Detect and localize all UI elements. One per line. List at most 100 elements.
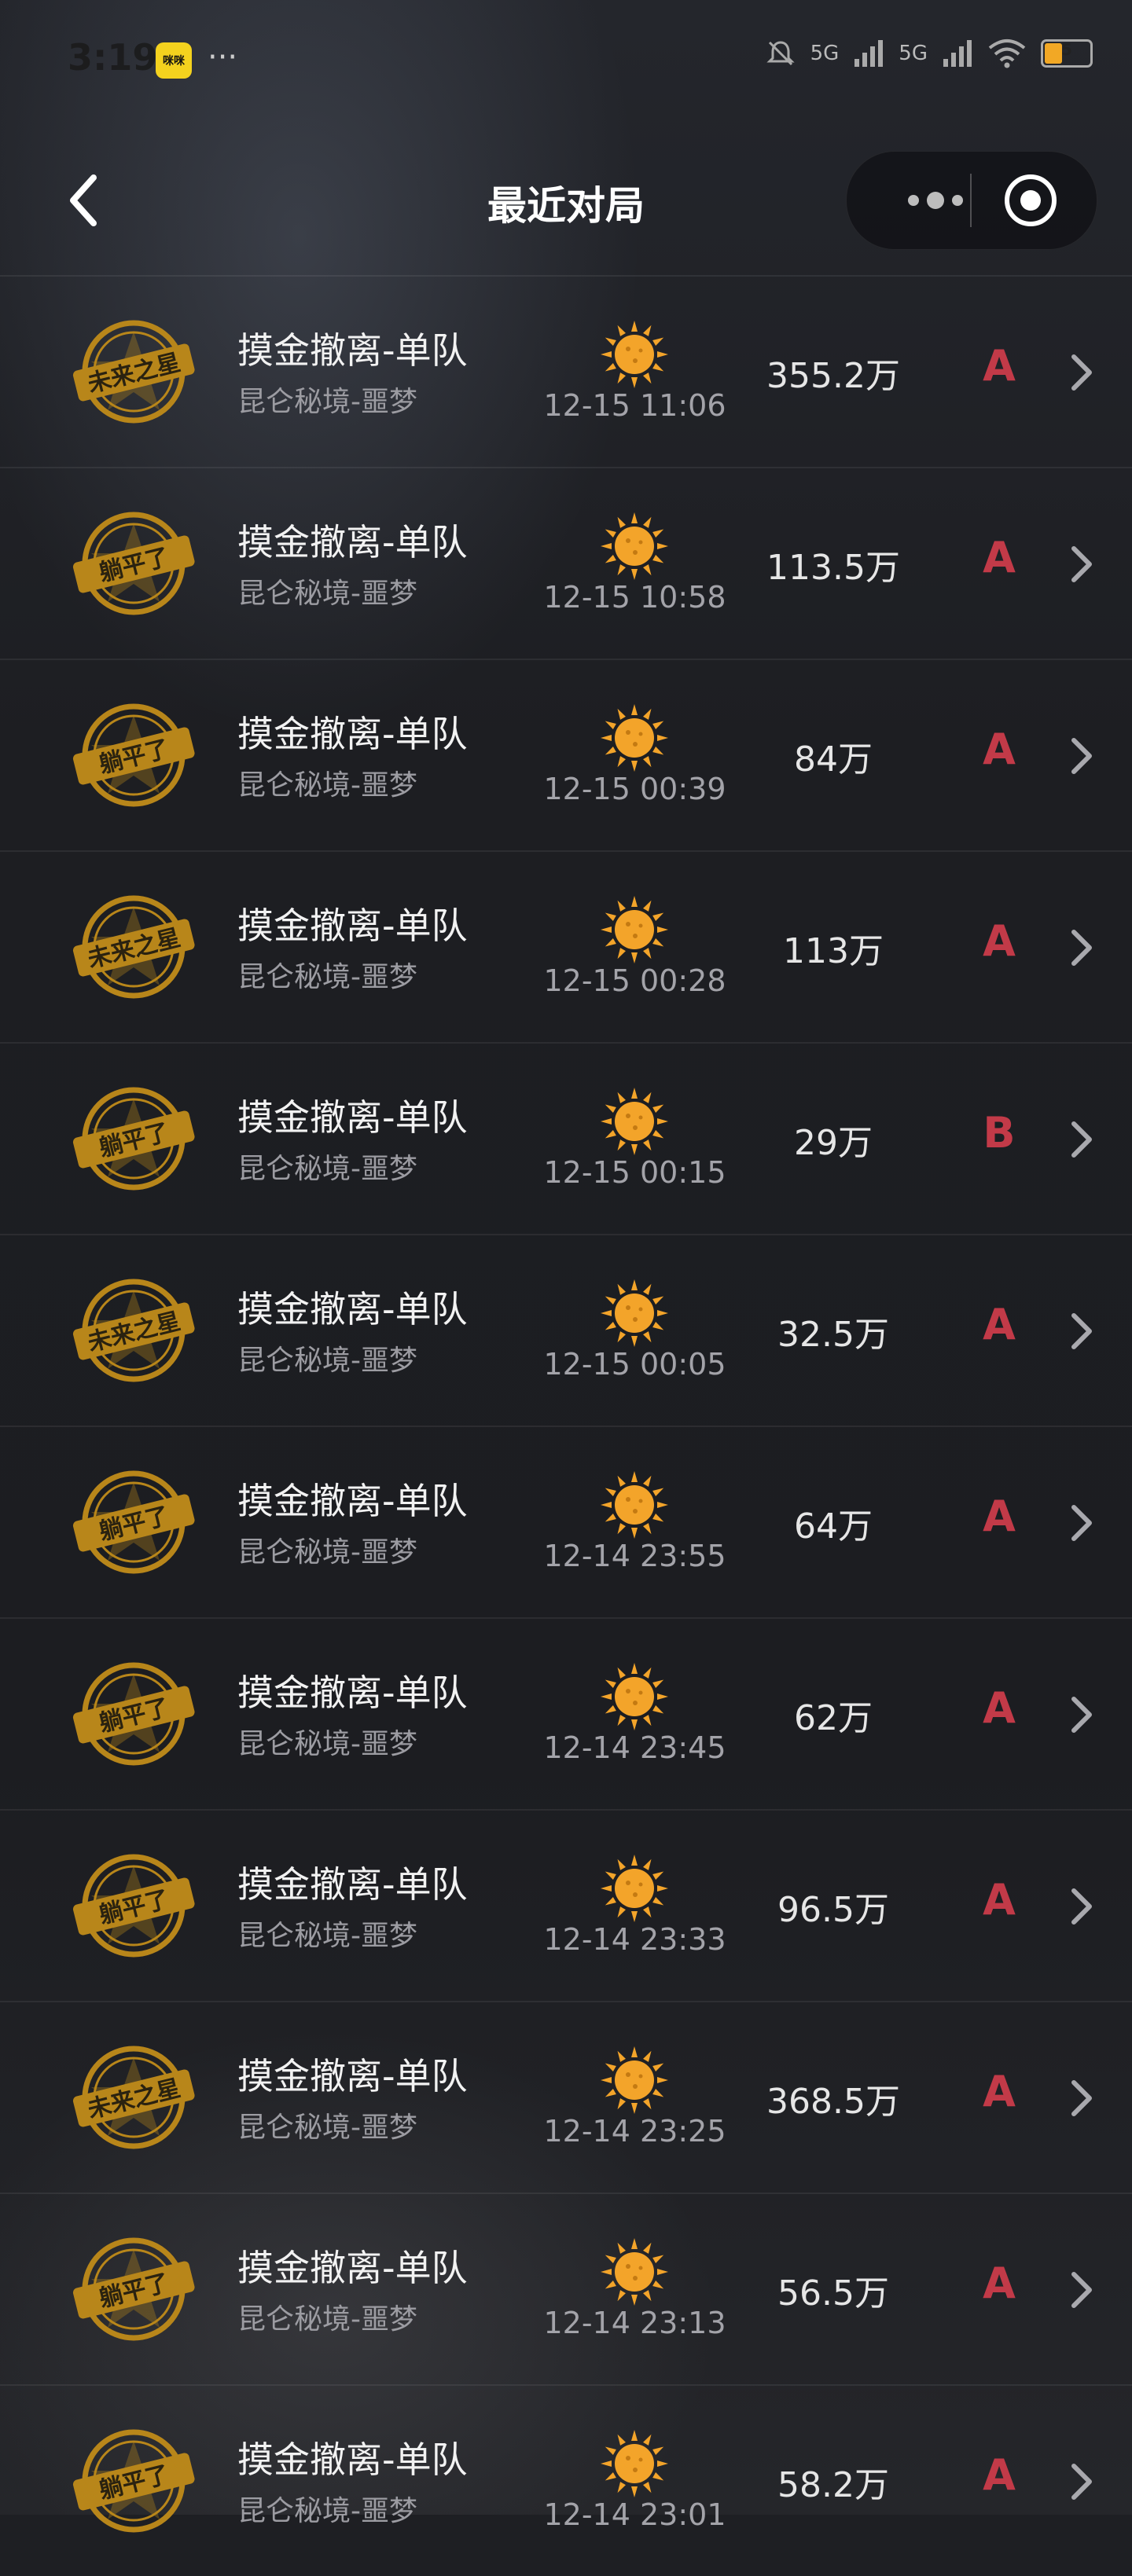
match-map: 昆仑秘境-噩梦 <box>237 1920 417 1952</box>
match-mode: 摸金撤离-单队 <box>237 329 468 372</box>
match-mode: 摸金撤离-单队 <box>237 1096 468 1139</box>
match-row[interactable]: 躺平了 摸金撤离-单队昆仑秘境-噩梦 12-15 00:15 29万 B <box>0 1042 1132 1234</box>
mini-program-capsule <box>846 151 1097 250</box>
sun-icon <box>601 2430 668 2497</box>
sun-icon <box>601 1471 668 1539</box>
match-row[interactable]: 躺平了 摸金撤离-单队 昆仑秘境-噩梦 12-15 00:39 84万 A <box>0 659 1132 850</box>
sun-icon <box>601 1088 668 1155</box>
match-mode: 摸金撤离-单队 <box>237 1288 468 1330</box>
match-mode: 摸金撤离-单队 <box>237 2055 468 2097</box>
match-map: 昆仑秘境-噩梦 <box>237 578 417 610</box>
match-grade: A <box>983 1683 1016 1733</box>
match-time: 12-15 11:06 <box>543 388 726 423</box>
chevron-right-icon <box>1071 2272 1092 2308</box>
achievement-badge-icon: 躺平了 <box>72 2237 195 2341</box>
match-map: 昆仑秘境-噩梦 <box>237 1536 417 1569</box>
sun-icon <box>601 2238 668 2306</box>
match-grade: A <box>983 2259 1016 2308</box>
match-row[interactable]: 躺平了 摸金撤离-单队 昆仑秘境-噩梦 12-14 23:45 62万 A <box>0 1617 1132 1809</box>
achievement-badge-icon: 躺平了 <box>72 1662 195 1766</box>
match-time: 12-15 10:58 <box>543 580 726 615</box>
match-time: 12-14 23:25 <box>543 2114 726 2149</box>
match-mode: 摸金撤离-单队 <box>237 1480 468 1522</box>
match-grade: A <box>983 2450 1016 2500</box>
match-list: 未来之星 摸金撤离-单队 昆仑秘境-噩梦 12-15 11:06 355.2万 A 躺平了摸… <box>0 275 1132 2576</box>
match-row[interactable]: 未来之星 摸金撤离-单队昆仑秘境-噩梦 12-14 23:25 368.5万 A <box>0 2001 1132 2193</box>
match-value: 96.5万 <box>777 1890 889 1930</box>
match-time: 12-15 00:15 <box>543 1155 726 1190</box>
achievement-badge-icon: 未来之星 <box>72 895 195 999</box>
match-map: 昆仑秘境-噩梦 <box>237 1153 417 1185</box>
achievement-badge-icon: 未来之星 <box>72 320 195 424</box>
match-row[interactable]: 躺平了 摸金撤离-单队 昆仑秘境-噩梦 12-15 10:58 113.5万 A <box>0 467 1132 659</box>
chevron-right-icon <box>1071 2080 1092 2116</box>
match-mode: 摸金撤离-单队 <box>237 905 468 947</box>
signal-icon-2 <box>943 40 972 67</box>
chevron-right-icon <box>1071 1697 1092 1733</box>
match-row[interactable]: 躺平了 摸金撤离-单队 昆仑秘境-噩梦 12-14 23:33 96.5万 A <box>0 1809 1132 2001</box>
match-grade: A <box>983 916 1016 966</box>
match-mode: 摸金撤离-单队 <box>237 2247 468 2289</box>
match-value: 368.5万 <box>766 2082 900 2122</box>
match-row[interactable]: 未来之星 摸金撤离-单队 昆仑秘境-噩梦 12-15 00:05 32.5万 A <box>0 1234 1132 1426</box>
mute-bell-icon <box>766 41 795 66</box>
chevron-right-icon <box>1071 354 1092 391</box>
match-map: 昆仑秘境-噩梦 <box>237 2112 417 2144</box>
match-value: 29万 <box>794 1123 873 1163</box>
sun-icon <box>601 1855 668 1922</box>
sun-icon <box>601 704 668 772</box>
chevron-right-icon <box>1071 1313 1092 1349</box>
achievement-badge-icon: 躺平了 <box>72 703 195 807</box>
match-map: 昆仑秘境-噩梦 <box>237 1728 417 1760</box>
match-row[interactable]: 未来之星 摸金撤离-单队 昆仑秘境-噩梦 12-15 11:06 355.2万 A <box>0 275 1132 467</box>
match-mode: 摸金撤离-单队 <box>237 2438 468 2481</box>
match-time: 12-15 00:05 <box>543 1347 726 1382</box>
match-value: 32.5万 <box>777 1315 889 1355</box>
capsule-divider <box>970 174 972 227</box>
match-value: 56.5万 <box>777 2273 889 2314</box>
achievement-badge-icon: 躺平了 <box>72 2429 195 2533</box>
status-indicators: 5G 5G 5 <box>765 38 1093 69</box>
match-grade: B <box>983 1108 1016 1158</box>
more-button[interactable] <box>877 152 994 249</box>
target-close-icon[interactable] <box>1001 171 1060 230</box>
match-map: 昆仑秘境-噩梦 <box>237 1345 417 1377</box>
achievement-badge-icon: 躺平了 <box>72 512 195 615</box>
match-time: 12-14 23:33 <box>543 1922 726 1957</box>
match-grade: A <box>983 533 1016 582</box>
match-row[interactable]: 未来之星 摸金撤离-单队 昆仑秘境-噩梦 12-15 00:28 113万 A <box>0 850 1132 1042</box>
match-mode: 摸金撤离-单队 <box>237 1863 468 1906</box>
achievement-badge-icon: 躺平了 <box>72 1470 195 1574</box>
chevron-right-icon <box>1071 1888 1092 1925</box>
more-dots-icon <box>908 195 919 206</box>
achievement-badge-icon: 未来之星 <box>72 2046 195 2149</box>
battery-icon: 5 <box>1041 39 1093 68</box>
match-grade: A <box>983 1875 1016 1925</box>
match-map: 昆仑秘境-噩梦 <box>237 2303 417 2336</box>
sun-icon <box>601 512 668 580</box>
chevron-right-icon <box>1071 2464 1092 2500</box>
notification-app-icon: 咪咪 <box>156 42 192 79</box>
network-5g-label-2: 5G <box>899 42 928 65</box>
match-grade: A <box>983 1300 1016 1349</box>
sun-icon <box>601 2046 668 2114</box>
more-dots-icon-right <box>952 195 963 206</box>
match-map: 昆仑秘境-噩梦 <box>237 2495 417 2527</box>
match-value: 355.2万 <box>766 356 900 396</box>
achievement-badge-icon: 躺平了 <box>72 1087 195 1191</box>
match-row[interactable]: 躺平了 摸金撤离-单队昆仑秘境-噩梦 12-14 23:13 56.5万 A <box>0 2193 1132 2384</box>
status-time: 3:19 <box>68 36 158 79</box>
match-time: 12-14 23:13 <box>543 2306 726 2340</box>
match-value: 64万 <box>794 1506 873 1547</box>
match-value: 58.2万 <box>777 2465 889 2505</box>
match-grade: A <box>983 2067 1016 2116</box>
match-mode: 摸金撤离-单队 <box>237 713 468 755</box>
match-value: 113万 <box>783 931 884 971</box>
match-row[interactable]: 躺平了 摸金撤离-单队 昆仑秘境-噩梦 12-14 23:55 64万 A <box>0 1426 1132 1617</box>
match-row[interactable]: 躺平了 摸金撤离-单队 昆仑秘境-噩梦 12-14 23:01 58.2万 A <box>0 2384 1132 2576</box>
sun-icon <box>601 1279 668 1347</box>
status-bar: 3:19 咪咪 ··· 5G 5G 5 <box>0 0 1132 118</box>
more-dots-icon-center <box>927 192 944 209</box>
match-value: 113.5万 <box>766 548 900 588</box>
chevron-right-icon <box>1071 546 1092 582</box>
